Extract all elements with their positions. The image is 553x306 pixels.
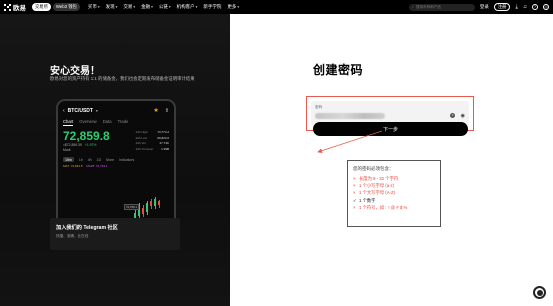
globe-icon[interactable]: ◎ (543, 4, 549, 10)
phone-tab-trade: Trade (117, 119, 129, 124)
register-button[interactable]: 注册 (493, 3, 511, 11)
chevron-down-icon: ▾ (237, 5, 240, 9)
price-change: +1.97% (84, 143, 97, 147)
star-icon: ★ (153, 108, 159, 114)
chat-support-icon[interactable] (533, 286, 546, 299)
notification-bell-icon[interactable]: ♫ (523, 4, 527, 10)
ma25-value: MA25: 72,743.1 (86, 164, 108, 168)
phone-tab-data: Data (102, 119, 112, 124)
last-price: 72,859.8 (63, 129, 110, 143)
password-rules: 您的密码必须包含： × 长度为 8 - 32 个字符 × 1 个小写字母 (a-z)… (347, 160, 441, 227)
rule-uppercase: × 1 个大写字母 (A-Z) (353, 190, 396, 196)
promo-description: 欧易对您的资产持有 1:1 的储备金，我们也会定期发布储备金证明审计结果 (50, 76, 195, 81)
telegram-community-card[interactable]: 加入我们的 Telegram 社区 快捷、准确、比在线 (50, 218, 180, 250)
tab-exchange[interactable]: 交易所 (32, 3, 51, 11)
ma7-value: MA7: 72,831.5 (63, 164, 83, 168)
timeframe-4h: 4h (87, 157, 92, 162)
chevron-down-icon: ▾ (95, 108, 98, 113)
page-title: 创建密码 (313, 63, 364, 77)
chevron-down-icon: ▾ (151, 5, 153, 9)
nav-item-institutional[interactable]: 机构客户 ▾ (177, 4, 198, 10)
rule-symbol: × 1 个符号，如：! @ # $ % (353, 204, 408, 210)
timeframe-15m: 15m (63, 157, 74, 162)
timeframe-1h: 1h (78, 157, 83, 162)
price-tag: 72,760.1 (124, 204, 139, 210)
chevron-down-icon: ▾ (115, 5, 118, 9)
phone-tab-overview: Overview (79, 119, 97, 124)
phone-tab-chart: Chart (63, 119, 74, 126)
community-title: 加入我们的 Telegram 社区 (56, 225, 118, 231)
rule-number: ✓ 1 个数字 (353, 197, 376, 203)
nav-item-academy[interactable]: 新手学院 (203, 4, 221, 10)
price-fiat: ≈$72,859.39 (63, 143, 82, 147)
next-button[interactable]: 下一步 (313, 122, 468, 136)
community-subtitle: 快捷、准确、比在线 (56, 234, 89, 238)
eye-icon[interactable]: ◉ (461, 113, 465, 119)
search-input[interactable]: ⌕ 搜索币种和产品 (408, 3, 475, 11)
okx-logo-icon (4, 3, 11, 11)
nav-item-chain[interactable]: 公链 ▾ (159, 4, 171, 10)
password-label: 密码 (315, 105, 323, 109)
rule-length: × 长度为 8 - 32 个字符 (353, 176, 399, 181)
nav-item-discover[interactable]: 发现 ▾ (106, 4, 118, 10)
promo-panel: 安心交易！ 欧易对您的资产持有 1:1 的储备金，我们也会定期发布储备金证明审计… (0, 14, 230, 306)
chevron-down-icon: ▾ (97, 5, 100, 9)
clear-icon[interactable]: × (450, 113, 455, 118)
rule-lowercase: × 1 个小写字母 (a-z) (353, 183, 395, 189)
brand-name: 欧易 (13, 5, 26, 12)
search-icon: ⌕ (411, 5, 414, 9)
share-icon: ⇪ (164, 107, 169, 114)
chevron-down-icon: ▾ (168, 5, 171, 9)
chevron-down-icon: ▾ (195, 5, 198, 9)
nav-item-more[interactable]: 更多 ▾ (227, 4, 239, 10)
nav-item-buy[interactable]: 买币 ▾ (88, 4, 100, 10)
timeframe-more: More (106, 157, 115, 162)
top-nav: 欧易 交易所 Web3 钱包 买币 ▾ 发现 ▾ 交易 ▾ 金融 ▾ 公链 ▾ 机构客户 ▾… (0, 0, 553, 14)
tab-web3-wallet[interactable]: Web3 钱包 (52, 3, 80, 11)
password-value[interactable]: •••••••••••• (315, 113, 385, 119)
phone-mockup: ‹ BTC/USDT ▾ ★ ⇪ Chart Overview Data Tra… (56, 99, 176, 227)
rules-title: 您的密码必须包含： (353, 166, 394, 171)
ticker-stats: 24h High 73,774.2 24h Low 69,823.0 24h Vol… (135, 130, 169, 151)
nav-item-finance[interactable]: 金融 ▾ (141, 4, 153, 10)
back-icon: ‹ (63, 107, 65, 114)
login-link[interactable]: 登录 (480, 4, 489, 10)
mark-label: Mark (63, 148, 71, 152)
nav-item-trade[interactable]: 交易 ▾ (123, 4, 135, 10)
download-icon[interactable]: ⤓ (515, 4, 517, 10)
search-placeholder: 搜索币种和产品 (415, 4, 442, 9)
trading-pair: BTC/USDT (67, 107, 93, 114)
timeframe-1d: 1D (96, 157, 102, 162)
create-password-form: 创建密码 密码 •••••••••••• × ◉ 下一步 您的密码必须包含： ×… (230, 14, 553, 306)
chevron-down-icon: ▾ (133, 5, 136, 9)
indicators-label: Indicators (119, 157, 135, 162)
brand-logo[interactable]: 欧易 (4, 2, 26, 12)
help-icon[interactable]: ? (532, 4, 538, 10)
